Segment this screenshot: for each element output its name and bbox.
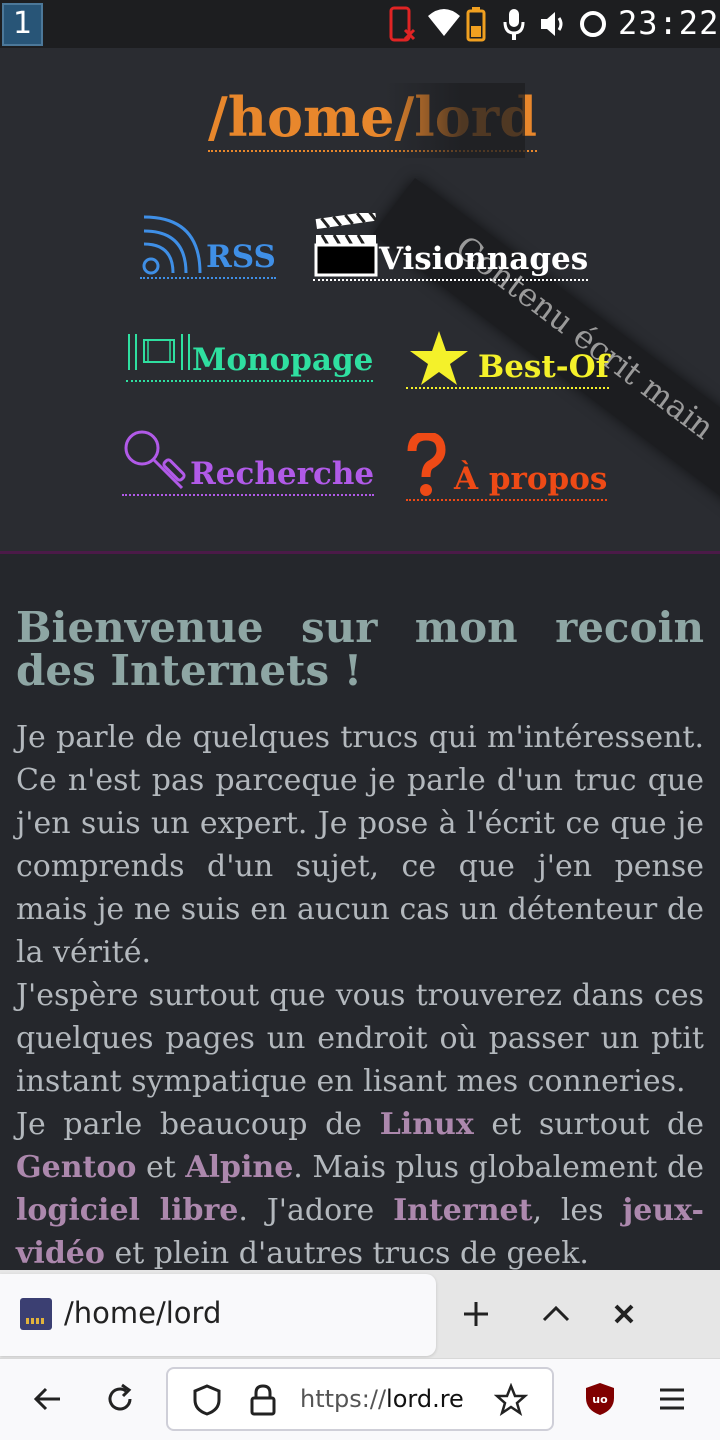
hope-paragraph: J'espère surtout que vous trouverez dans… [16,978,704,1099]
microphone-icon [503,9,525,40]
link-internet[interactable]: Internet [393,1193,532,1228]
close-tabbar-button[interactable] [606,1296,642,1332]
workspace-indicator[interactable]: 1 [2,3,43,46]
link-linux[interactable]: Linux [380,1107,474,1142]
circle-icon [580,11,606,37]
link-logiciel-libre[interactable]: logiciel libre [16,1193,238,1228]
browser-toolbar: https://lord.re uo [0,1358,720,1440]
svg-text:uo: uo [592,1393,608,1406]
nav-recherche-label: Recherche [190,456,375,492]
url-bar[interactable]: https://lord.re [166,1367,554,1431]
bookmark-star-icon[interactable] [494,1383,528,1417]
shield-icon[interactable] [190,1383,224,1417]
question-icon [407,433,446,496]
site-header: /home/lord Contenu écrit main RSS Vision… [0,48,720,553]
nav-visionnages-label: Visionnages [379,241,589,277]
reload-button[interactable] [102,1381,138,1417]
new-tab-button[interactable] [458,1296,494,1332]
intro-paragraph: Je parle de quelques trucs qui m'intéres… [16,720,704,970]
rss-icon [142,215,202,275]
nav-apropos-label: À propos [454,461,608,497]
tab-title: /home/lord [64,1296,222,1330]
link-gentoo[interactable]: Gentoo [16,1150,136,1185]
menu-icon[interactable] [654,1381,690,1417]
url-text[interactable]: https://lord.re [300,1385,464,1413]
tab-home-lord[interactable]: /home/lord [0,1274,436,1356]
main-content: Bienvenue sur mon recoin des Internets !… [0,554,720,1270]
clapperboard-icon [314,213,378,277]
monopage-icon [128,334,190,370]
link-alpine[interactable]: Alpine [185,1150,293,1185]
welcome-heading: Bienvenue sur mon recoin des Internets ! [16,603,704,695]
topics-paragraph: Je parle beaucoup de Linux et surtout de… [16,1107,705,1270]
chevron-up-icon[interactable] [538,1296,574,1332]
nav-monopage-label: Monopage [192,342,374,378]
volume-icon [541,12,563,36]
wifi-icon [428,9,460,36]
tab-bar: /home/lord [0,1270,720,1358]
status-bar: 1 23:22 [0,0,720,48]
nav-monopage-link[interactable]: Monopage [126,330,374,382]
nav-bestof-label: Best-Of [478,349,609,385]
phone-off-icon [389,6,416,42]
star-icon [410,331,468,385]
nav-apropos-link[interactable]: À propos [406,433,608,501]
nav-visionnages-link[interactable]: Visionnages [313,213,589,281]
lock-icon[interactable] [248,1383,278,1417]
nav-bestof-link[interactable]: Best-Of [406,329,609,389]
nav-rss-link[interactable]: RSS [140,211,276,279]
search-icon [124,430,186,490]
battery-icon [466,7,486,42]
title-shade [385,83,525,158]
nav-recherche-link[interactable]: Recherche [122,428,375,496]
nav-rss-label: RSS [206,239,276,275]
back-button[interactable] [30,1381,66,1417]
ublock-icon[interactable]: uo [582,1381,618,1417]
tab-favicon [20,1298,52,1330]
clock: 23:22 [618,4,720,42]
